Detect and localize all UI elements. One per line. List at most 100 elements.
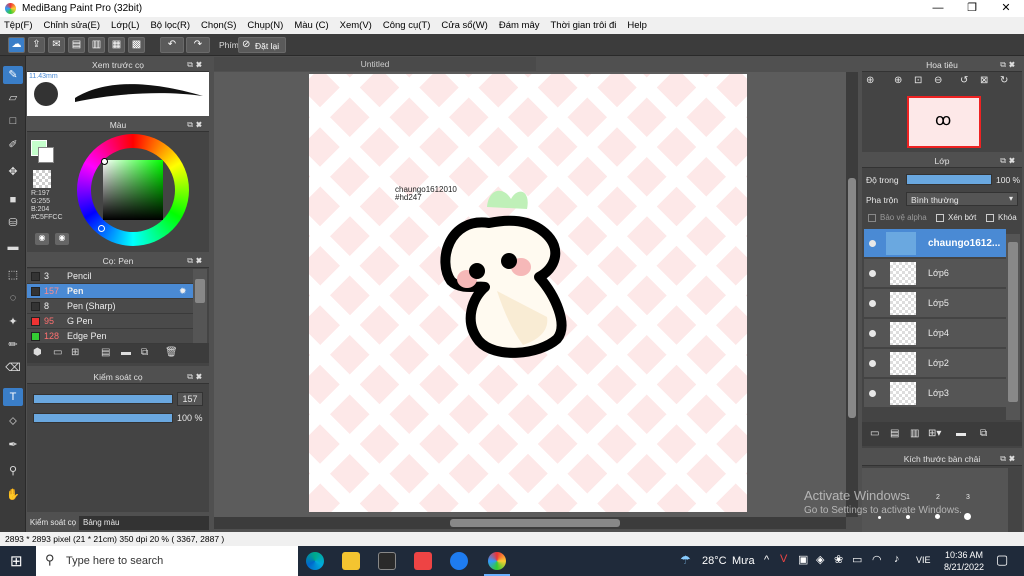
dropper-tool-icon[interactable]: ✒	[3, 436, 23, 454]
menu-edit[interactable]: Chỉnh sửa(E)	[44, 20, 101, 31]
add-brush-icon[interactable]: ⊞	[71, 347, 79, 358]
layer-opacity-slider[interactable]	[906, 174, 992, 185]
brush-item[interactable]: 3 Pencil	[27, 269, 193, 284]
fit-icon[interactable]: ⊡	[914, 75, 922, 86]
tray-chevron-icon[interactable]: ^	[764, 554, 769, 566]
tray-icon[interactable]: ▣	[798, 553, 808, 566]
store-icon[interactable]	[378, 552, 396, 570]
layer-row[interactable]: Lớp5	[864, 289, 1006, 318]
brush-item[interactable]: 95 G Pen	[27, 314, 193, 329]
menu-filter[interactable]: Bộ lọc(R)	[150, 20, 190, 31]
paint-app-icon[interactable]	[414, 552, 432, 570]
select-eraser-icon[interactable]: ⌫	[3, 359, 23, 377]
saturation-value-square[interactable]	[103, 160, 163, 220]
menu-file[interactable]: Tệp(F)	[4, 20, 33, 31]
taskbar-search[interactable]: ⚲ Type here to search	[36, 546, 298, 576]
tray-icon[interactable]: ◈	[816, 553, 824, 566]
panel-controls-icon[interactable]: ⧉✖	[187, 58, 205, 72]
brush-item[interactable]: 8 Pen (Sharp)	[27, 299, 193, 314]
wifi-icon[interactable]: ◠	[872, 553, 882, 566]
new-8bit-layer-icon[interactable]: ▥	[910, 428, 919, 439]
new-halftone-layer-icon[interactable]: ▤	[890, 428, 899, 439]
undo-button[interactable]: ↶	[160, 37, 184, 53]
tile-icon[interactable]: ▩	[128, 37, 145, 53]
tab-palette[interactable]: Bảng màu	[83, 518, 119, 527]
panel-controls-icon[interactable]: ⧉✖	[187, 370, 205, 384]
transparent-swatch[interactable]	[33, 170, 51, 188]
hand-tool-icon[interactable]: ✋	[3, 486, 23, 504]
pen-tool-icon[interactable]: ✐	[3, 136, 23, 154]
protect-alpha-checkbox[interactable]	[868, 214, 876, 222]
visibility-icon[interactable]	[869, 300, 876, 307]
layer-row[interactable]: Lớp4	[864, 319, 1006, 348]
clock[interactable]: 10:36 AM 8/21/2022	[940, 549, 988, 573]
folder-icon[interactable]: ▬	[121, 347, 131, 358]
edge-icon[interactable]	[306, 552, 324, 570]
tab-brush-control[interactable]: Kiểm soát cọ	[27, 516, 79, 530]
menu-color[interactable]: Màu (C)	[294, 20, 328, 31]
color-picker-handle[interactable]	[101, 158, 108, 165]
brush-item[interactable]: 128 Edge Pen	[27, 329, 193, 344]
file-explorer-icon[interactable]	[342, 552, 360, 570]
rotate-left-icon[interactable]: ↺	[960, 75, 968, 86]
layer-folder-icon[interactable]: ▬	[956, 428, 966, 439]
layer-scroll-thumb[interactable]	[1008, 242, 1018, 402]
notification-icon[interactable]: ▢	[996, 552, 1008, 568]
minimize-button[interactable]: —	[921, 0, 955, 17]
menu-timelapse[interactable]: Thời gian trôi đi	[551, 20, 617, 31]
rotate-right-icon[interactable]: ↻	[1000, 75, 1008, 86]
brush-settings-icon[interactable]: ⬢	[33, 347, 42, 358]
menu-snap[interactable]: Chụp(N)	[247, 20, 283, 31]
scroll-thumb[interactable]	[195, 279, 205, 303]
volume-icon[interactable]: ♪	[894, 553, 900, 565]
windows-start-icon[interactable]: ⊞	[10, 552, 23, 570]
lasso-tool-icon[interactable]: ◌	[3, 289, 23, 307]
eraser-tool-icon[interactable]: ▱	[3, 89, 23, 107]
rect-fill-icon[interactable]: ■	[3, 191, 23, 209]
visibility-icon[interactable]	[869, 330, 876, 337]
new-layer-icon[interactable]: ▭	[870, 428, 879, 439]
weather-icon[interactable]: ☂	[680, 553, 691, 567]
menu-tools[interactable]: Công cụ(T)	[383, 20, 431, 31]
menu-window[interactable]: Cửa sổ(W)	[441, 20, 487, 31]
medibang-taskbar-icon[interactable]	[488, 552, 506, 570]
visibility-icon[interactable]	[869, 360, 876, 367]
shape-tool-icon[interactable]: □	[3, 112, 23, 130]
brush-list-scrollbar[interactable]	[193, 269, 207, 344]
move-tool-icon[interactable]: ✥	[3, 163, 23, 181]
horizontal-scrollbar[interactable]	[214, 517, 846, 529]
menu-help[interactable]: Help	[627, 20, 647, 31]
battery-icon[interactable]: ▭	[852, 553, 862, 566]
text-tool-icon[interactable]: T	[3, 388, 23, 406]
canvas-tab[interactable]: Untitled	[214, 57, 536, 71]
eyedropper-icon[interactable]: ⚲	[3, 462, 23, 480]
cloud-icon[interactable]: ☁	[8, 37, 25, 53]
add-layer-dropdown-icon[interactable]: ⊞▾	[928, 428, 941, 439]
menu-cloud[interactable]: Đám mây	[499, 20, 540, 31]
color-wheel[interactable]	[77, 134, 189, 246]
layer-duplicate-icon[interactable]: ⧉	[980, 428, 987, 439]
layer-list-scrollbar[interactable]	[1006, 234, 1020, 420]
select-rect-icon[interactable]: ⬚	[3, 266, 23, 284]
brush-size-slider[interactable]	[33, 394, 173, 404]
reset-view-icon[interactable]: ⊠	[980, 75, 988, 86]
redo-button[interactable]: ↷	[186, 37, 210, 53]
brush-props-icon[interactable]: ▤	[101, 347, 110, 358]
clipping-checkbox[interactable]	[936, 214, 944, 222]
layer-row[interactable]: Lớp6	[864, 259, 1006, 288]
v-scroll-thumb[interactable]	[848, 178, 856, 418]
upload-icon[interactable]: ⇪	[28, 37, 45, 53]
palette-add-icon[interactable]: ◉	[55, 233, 69, 245]
navigator-thumbnail[interactable]: ꝏ	[907, 96, 981, 148]
brush-item[interactable]: 157 Pen ✹	[27, 284, 193, 299]
visibility-icon[interactable]	[869, 240, 876, 247]
tray-app-icon[interactable]: V	[780, 553, 787, 565]
size-dot[interactable]	[878, 516, 881, 519]
language-indicator[interactable]: VIE	[916, 555, 931, 565]
close-button[interactable]: ✕	[989, 0, 1023, 17]
blend-mode-select[interactable]: Bình thường ▾	[906, 192, 1018, 206]
tray-icon[interactable]: ❀	[834, 553, 843, 566]
lock-checkbox[interactable]	[986, 214, 994, 222]
panel-controls-icon[interactable]: ⧉✖	[187, 254, 205, 268]
document-icon[interactable]: ▥	[88, 37, 105, 53]
